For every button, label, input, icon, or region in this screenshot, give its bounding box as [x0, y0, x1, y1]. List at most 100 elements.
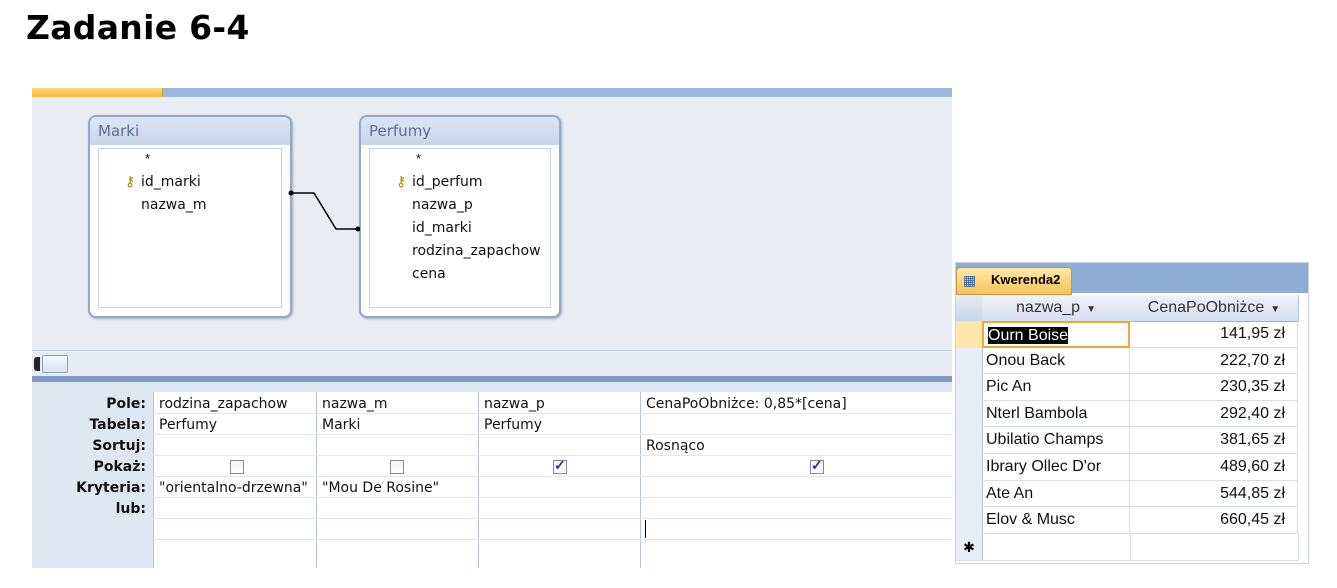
column-header-label: nazwa_p	[1016, 299, 1081, 316]
designer-active-tab[interactable]	[32, 88, 163, 97]
cell-nazwa-p[interactable]: Onou Back	[982, 347, 1130, 375]
cell-nazwa-p[interactable]: Pic An	[982, 374, 1130, 401]
table-marki-title[interactable]: Marki	[90, 117, 290, 145]
cell-nazwa-p[interactable]: Ubilatio Champs	[982, 427, 1130, 454]
cell-cenapoobnizce[interactable]: 660,45 zł	[1130, 507, 1298, 534]
field-nazwa-p[interactable]: nazwa_p	[412, 197, 473, 213]
text-cursor	[645, 520, 646, 538]
grid-divider	[152, 455, 952, 456]
row-selector[interactable]	[956, 321, 983, 349]
row-label-pokaz: Pokaż:	[93, 459, 146, 475]
grid-divider	[152, 518, 952, 519]
relationship-line[interactable]	[288, 177, 360, 241]
cell-text: Nterl Bambola	[986, 404, 1088, 422]
row-selector[interactable]	[956, 427, 983, 455]
row-selector[interactable]	[956, 480, 983, 509]
column-header-cenapoobnizce[interactable]: CenaPoObniżce ▼	[1130, 295, 1299, 322]
cell-cenapoobnizce[interactable]: 544,85 zł	[1130, 480, 1298, 508]
show-checkbox[interactable]	[390, 460, 404, 474]
row-selector[interactable]	[956, 400, 983, 429]
table-icon: ▦	[963, 272, 977, 288]
cell-text: Ubilatio Champs	[986, 431, 1104, 449]
grid-sort-cell[interactable]: Rosnąco	[646, 438, 705, 454]
designer-tab-strip	[32, 88, 952, 97]
grid-column-4[interactable]	[640, 392, 953, 568]
grid-divider	[152, 497, 952, 498]
cell-cenapoobnizce[interactable]: 141,95 zł	[1130, 321, 1298, 348]
cell-nazwa-p[interactable]: Ate An	[982, 480, 1130, 508]
select-all-corner[interactable]	[956, 295, 983, 322]
field-id-marki[interactable]: id_marki	[412, 220, 472, 236]
key-icon: ⚷	[125, 173, 136, 189]
field-id-perfum[interactable]: id_perfum	[412, 174, 482, 190]
grid-divider	[152, 413, 952, 414]
column-header-nazwa-p[interactable]: nazwa_p ▼	[982, 295, 1131, 322]
dropdown-arrow-icon[interactable]: ▼	[1086, 304, 1096, 315]
field-all[interactable]: *	[416, 151, 421, 166]
horizontal-scrollbar[interactable]	[32, 350, 952, 377]
grid-field-cell[interactable]: nazwa_m	[322, 396, 387, 412]
cell-cenapoobnizce[interactable]: 381,65 zł	[1130, 427, 1298, 454]
grid-field-cell[interactable]: nazwa_p	[484, 396, 545, 412]
cell-nazwa-p[interactable]: Ourn Boise	[982, 321, 1130, 348]
scroll-thumb[interactable]	[42, 355, 68, 373]
row-selector[interactable]	[956, 454, 983, 482]
cell-cenapoobnizce[interactable]: 230,35 zł	[1130, 374, 1298, 401]
field-cena[interactable]: cena	[412, 266, 446, 282]
cell-text: Ourn Boise	[988, 327, 1069, 344]
grid-criteria-cell[interactable]: "Mou De Rosine"	[322, 480, 439, 496]
grid-field-cell[interactable]: CenaPoObniżce: 0,85*[cena]	[646, 396, 847, 412]
row-label-pole: Pole:	[106, 396, 146, 412]
grid-table-cell[interactable]: Perfumy	[159, 417, 217, 433]
grid-table-cell[interactable]: Perfumy	[484, 417, 542, 433]
cell-cenapoobnizce[interactable]: 489,60 zł	[1130, 454, 1298, 481]
cell-nazwa-p[interactable]: Nterl Bambola	[982, 400, 1130, 428]
grid-divider	[152, 476, 952, 477]
dropdown-arrow-icon[interactable]: ▼	[1270, 304, 1280, 315]
cell-text: Onou Back	[986, 351, 1066, 369]
field-id-marki[interactable]: id_marki	[141, 174, 201, 190]
design-grid: Pole: Tabela: Sortuj: Pokaż: Kryteria: l…	[32, 382, 953, 568]
cell-text: Ate An	[986, 484, 1034, 502]
cell-text: Elov & Musc	[986, 511, 1075, 529]
cell-nazwa-p[interactable]: Elov & Musc	[982, 507, 1130, 534]
row-label-lub: lub:	[115, 501, 146, 517]
new-record-marker[interactable]: ✱	[956, 533, 983, 562]
page-title: Zadanie 6-4	[26, 8, 250, 47]
row-selector[interactable]	[956, 374, 983, 402]
field-all[interactable]: *	[145, 151, 150, 166]
tab-kwerenda2[interactable]: ▦ Kwerenda2	[956, 267, 1072, 295]
row-label-kryteria: Kryteria:	[76, 480, 146, 496]
column-header-label: CenaPoObniżce	[1147, 299, 1265, 316]
show-checkbox[interactable]	[553, 457, 567, 474]
cell-nazwa-p[interactable]: Ibrary Ollec D'or	[982, 454, 1130, 481]
grid-divider	[152, 434, 952, 435]
tab-label: Kwerenda2	[991, 272, 1061, 287]
row-selector[interactable]	[956, 347, 983, 376]
row-label-sortuj: Sortuj:	[92, 438, 146, 454]
scroll-left-icon[interactable]	[34, 357, 40, 371]
grid-table-cell[interactable]: Marki	[322, 417, 360, 433]
cell-cenapoobnizce[interactable]: 292,40 zł	[1130, 400, 1298, 428]
table-marki[interactable]: Marki * ⚷ id_marki nazwa_m	[88, 115, 292, 318]
show-checkbox[interactable]	[230, 460, 244, 474]
grid-field-cell[interactable]: rodzina_zapachow	[159, 396, 288, 412]
datasheet-view: ▦ Kwerenda2 nazwa_p ▼ CenaPoObniżce ▼ Ourn…	[955, 262, 1309, 564]
show-checkbox[interactable]	[810, 457, 824, 474]
field-nazwa-m[interactable]: nazwa_m	[141, 197, 206, 213]
table-perfumy[interactable]: Perfumy * ⚷ id_perfum nazwa_p id_marki r…	[359, 115, 561, 318]
grid-divider	[152, 539, 952, 540]
cell-cenapoobnizce[interactable]: 222,70 zł	[1130, 347, 1298, 375]
field-rodzina-zapachow[interactable]: rodzina_zapachow	[412, 243, 541, 259]
new-record-cell[interactable]	[1130, 533, 1299, 562]
row-label-tabela: Tabela:	[89, 417, 146, 433]
table-perfumy-title[interactable]: Perfumy	[361, 117, 559, 145]
new-record-cell[interactable]	[982, 533, 1131, 562]
query-designer: Marki * ⚷ id_marki nazwa_m Perfumy * ⚷ i…	[32, 88, 953, 568]
grid-criteria-cell[interactable]: "orientalno-drzewna"	[159, 480, 308, 496]
row-selector[interactable]	[956, 507, 983, 535]
datasheet-tab-bar: ▦ Kwerenda2	[956, 263, 1308, 295]
cell-text: Pic An	[986, 378, 1032, 396]
table-pane: Marki * ⚷ id_marki nazwa_m Perfumy * ⚷ i…	[32, 97, 952, 350]
table-perfumy-fields: * ⚷ id_perfum nazwa_p id_marki rodzina_z…	[369, 148, 551, 308]
